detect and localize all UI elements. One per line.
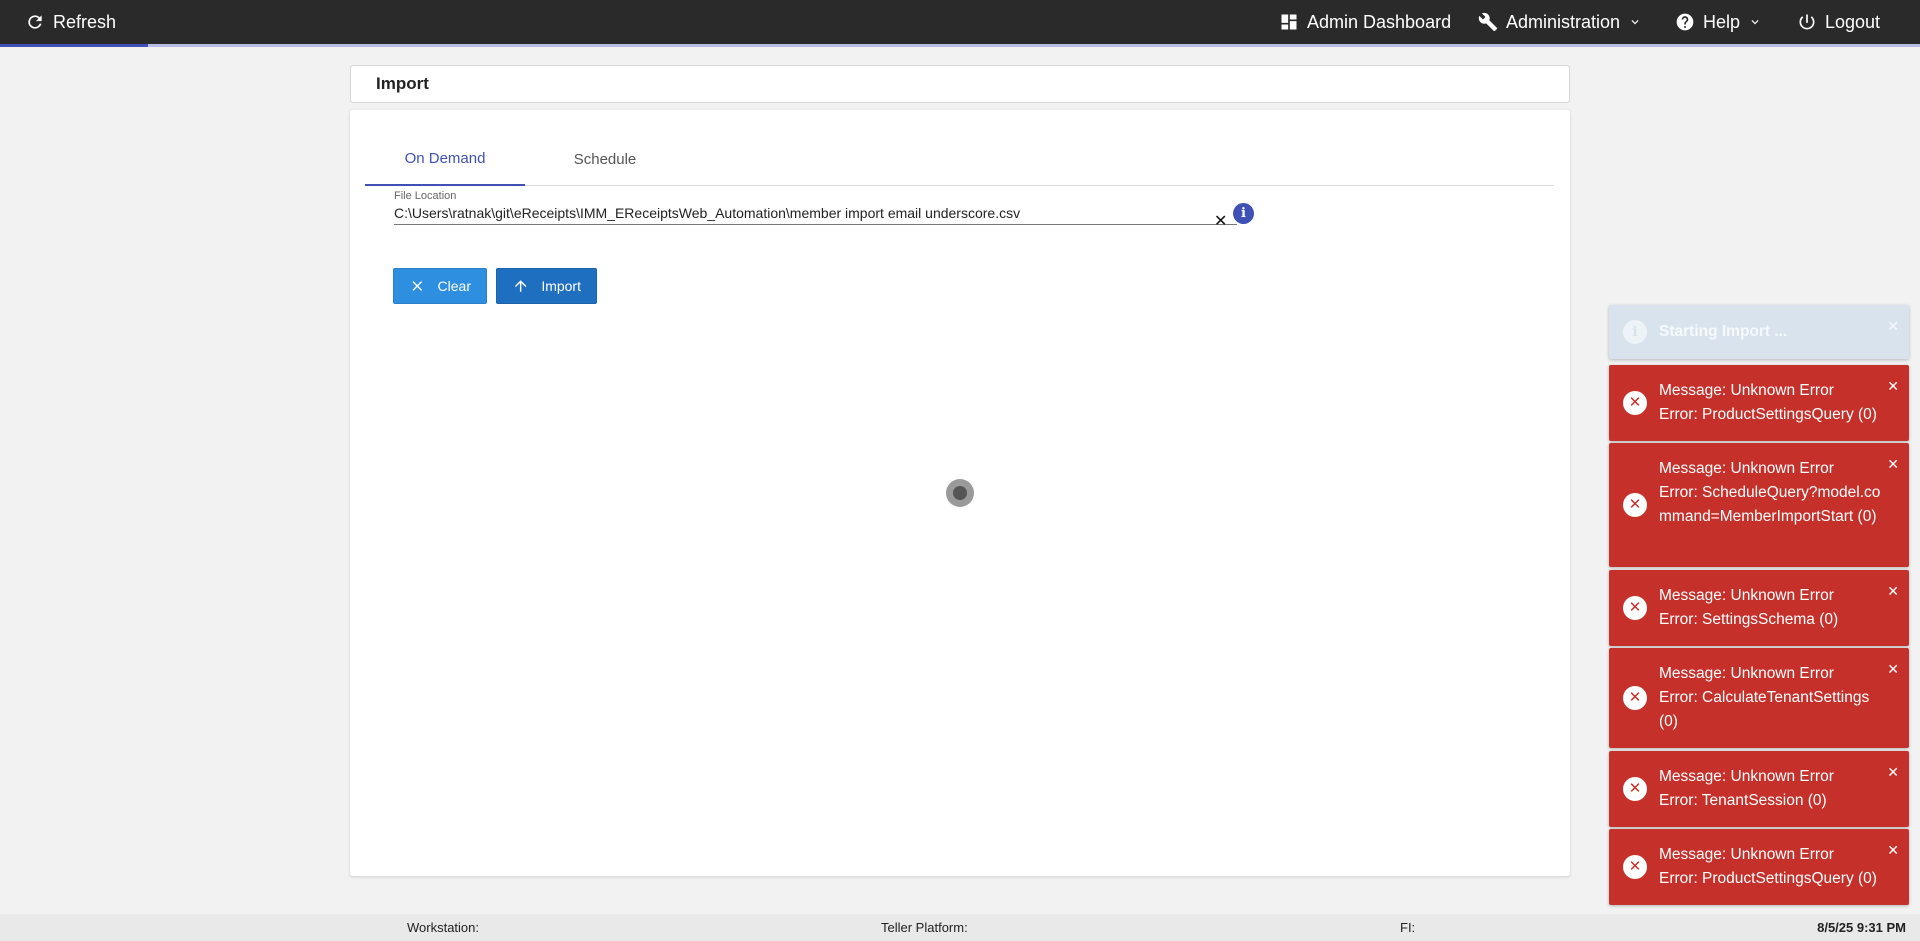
- toast-error-detail: Error: ProductSettingsQuery (0): [1659, 870, 1877, 887]
- loading-progress-bar: [0, 44, 1920, 47]
- logout-label: Logout: [1825, 11, 1881, 32]
- toast-error: ✕ Message: Unknown Error Error: Schedule…: [1609, 443, 1909, 567]
- arrow-up-icon: [514, 280, 527, 292]
- toast-error: ✕ Message: Unknown Error Error: ProductS…: [1609, 829, 1909, 905]
- loading-progress-fill: [0, 44, 148, 47]
- toast-close-button[interactable]: ✕: [1887, 319, 1899, 333]
- clear-button-label: Clear: [437, 278, 471, 294]
- chevron-down-icon: [1751, 20, 1759, 25]
- toast-message: Message: Unknown Error: [1659, 587, 1834, 604]
- error-icon: ✕: [1623, 855, 1647, 879]
- toast-error: ✕ Message: Unknown Error Error: TenantSe…: [1609, 751, 1909, 827]
- toast-close-button[interactable]: ✕: [1887, 765, 1899, 779]
- power-icon: [1799, 14, 1815, 30]
- tab-schedule[interactable]: Schedule: [525, 133, 685, 186]
- toast-close-button[interactable]: ✕: [1887, 457, 1899, 471]
- toast-message: Starting Import ...: [1659, 323, 1788, 340]
- datetime: 8/5/25 9:31 PM: [1817, 920, 1906, 935]
- toast-message: Message: Unknown Error: [1659, 382, 1834, 399]
- tab-bar: On Demand Schedule: [365, 133, 1554, 186]
- admin-dashboard-label: Admin Dashboard: [1307, 11, 1452, 32]
- logout-button[interactable]: Logout: [1797, 0, 1880, 44]
- administration-label: Administration: [1506, 11, 1621, 32]
- toast-close-button[interactable]: ✕: [1887, 662, 1899, 676]
- toast-close-button[interactable]: ✕: [1887, 379, 1899, 393]
- file-location-field[interactable]: File Location C:\Users\ratnak\git\eRecei…: [394, 190, 1237, 230]
- import-button-label: Import: [541, 278, 581, 294]
- toast-close-button[interactable]: ✕: [1887, 584, 1899, 598]
- workstation-label: Workstation:: [407, 920, 480, 935]
- wrench-icon: [1478, 12, 1498, 32]
- help-icon: [1676, 13, 1694, 31]
- error-icon: ✕: [1623, 777, 1647, 801]
- loading-spinner: [946, 479, 974, 507]
- import-card: On Demand Schedule File Location C:\User…: [350, 110, 1570, 876]
- toast-info: i Starting Import ... ✕: [1609, 305, 1909, 359]
- page-title-bar: Import: [350, 65, 1570, 103]
- toast-error-detail: Error: SettingsSchema (0): [1659, 611, 1839, 628]
- toast-message: Message: Unknown Error: [1659, 460, 1834, 477]
- status-footer: Workstation: Teller Platform: FI: 8/5/25…: [0, 914, 1920, 941]
- toast-error-detail: Error: CalculateTenantSettings (0): [1659, 689, 1870, 730]
- toast-error-detail: Error: ScheduleQuery?model.command=Membe…: [1659, 484, 1881, 525]
- page-title: Import: [376, 74, 429, 93]
- toast-error-detail: Error: TenantSession (0): [1659, 792, 1827, 809]
- toast-error: ✕ Message: Unknown Error Error: Calculat…: [1609, 648, 1909, 748]
- tab-on-demand[interactable]: On Demand: [365, 133, 525, 186]
- close-icon[interactable]: ✕: [1214, 211, 1227, 231]
- teller-platform-label: Teller Platform:: [881, 920, 968, 935]
- error-icon: ✕: [1623, 493, 1647, 517]
- dashboard-icon: [1281, 14, 1297, 30]
- toast-message: Message: Unknown Error: [1659, 768, 1834, 785]
- top-bar: Refresh Admin Dashboard Administration H…: [0, 0, 1920, 47]
- toast-error-detail: Error: ProductSettingsQuery (0): [1659, 406, 1877, 423]
- administration-menu[interactable]: Administration: [1478, 0, 1642, 44]
- toast-error: ✕ Message: Unknown Error Error: Settings…: [1609, 570, 1909, 646]
- toast-error: ✕ Message: Unknown Error Error: ProductS…: [1609, 365, 1909, 441]
- toast-message: Message: Unknown Error: [1659, 846, 1834, 863]
- close-icon: [412, 281, 423, 291]
- help-label: Help: [1703, 11, 1741, 32]
- error-icon: ✕: [1623, 596, 1647, 620]
- file-location-input[interactable]: C:\Users\ratnak\git\eReceipts\IMM_ERecei…: [394, 203, 1237, 225]
- toast-message: Message: Unknown Error: [1659, 665, 1834, 682]
- info-icon[interactable]: i: [1233, 203, 1254, 224]
- refresh-icon: [28, 15, 42, 29]
- error-icon: ✕: [1623, 391, 1647, 415]
- error-icon: ✕: [1623, 686, 1647, 710]
- import-button[interactable]: Import: [496, 268, 597, 304]
- chevron-down-icon: [1631, 20, 1639, 25]
- refresh-button[interactable]: Refresh: [25, 0, 116, 44]
- toast-close-button[interactable]: ✕: [1887, 843, 1899, 857]
- help-menu[interactable]: Help: [1675, 0, 1762, 44]
- info-icon: i: [1623, 320, 1647, 344]
- clear-button[interactable]: Clear: [393, 268, 487, 304]
- fi-label: FI:: [1400, 920, 1416, 935]
- file-location-label: File Location: [394, 190, 457, 202]
- refresh-label: Refresh: [53, 11, 117, 32]
- admin-dashboard-link[interactable]: Admin Dashboard: [1279, 0, 1451, 44]
